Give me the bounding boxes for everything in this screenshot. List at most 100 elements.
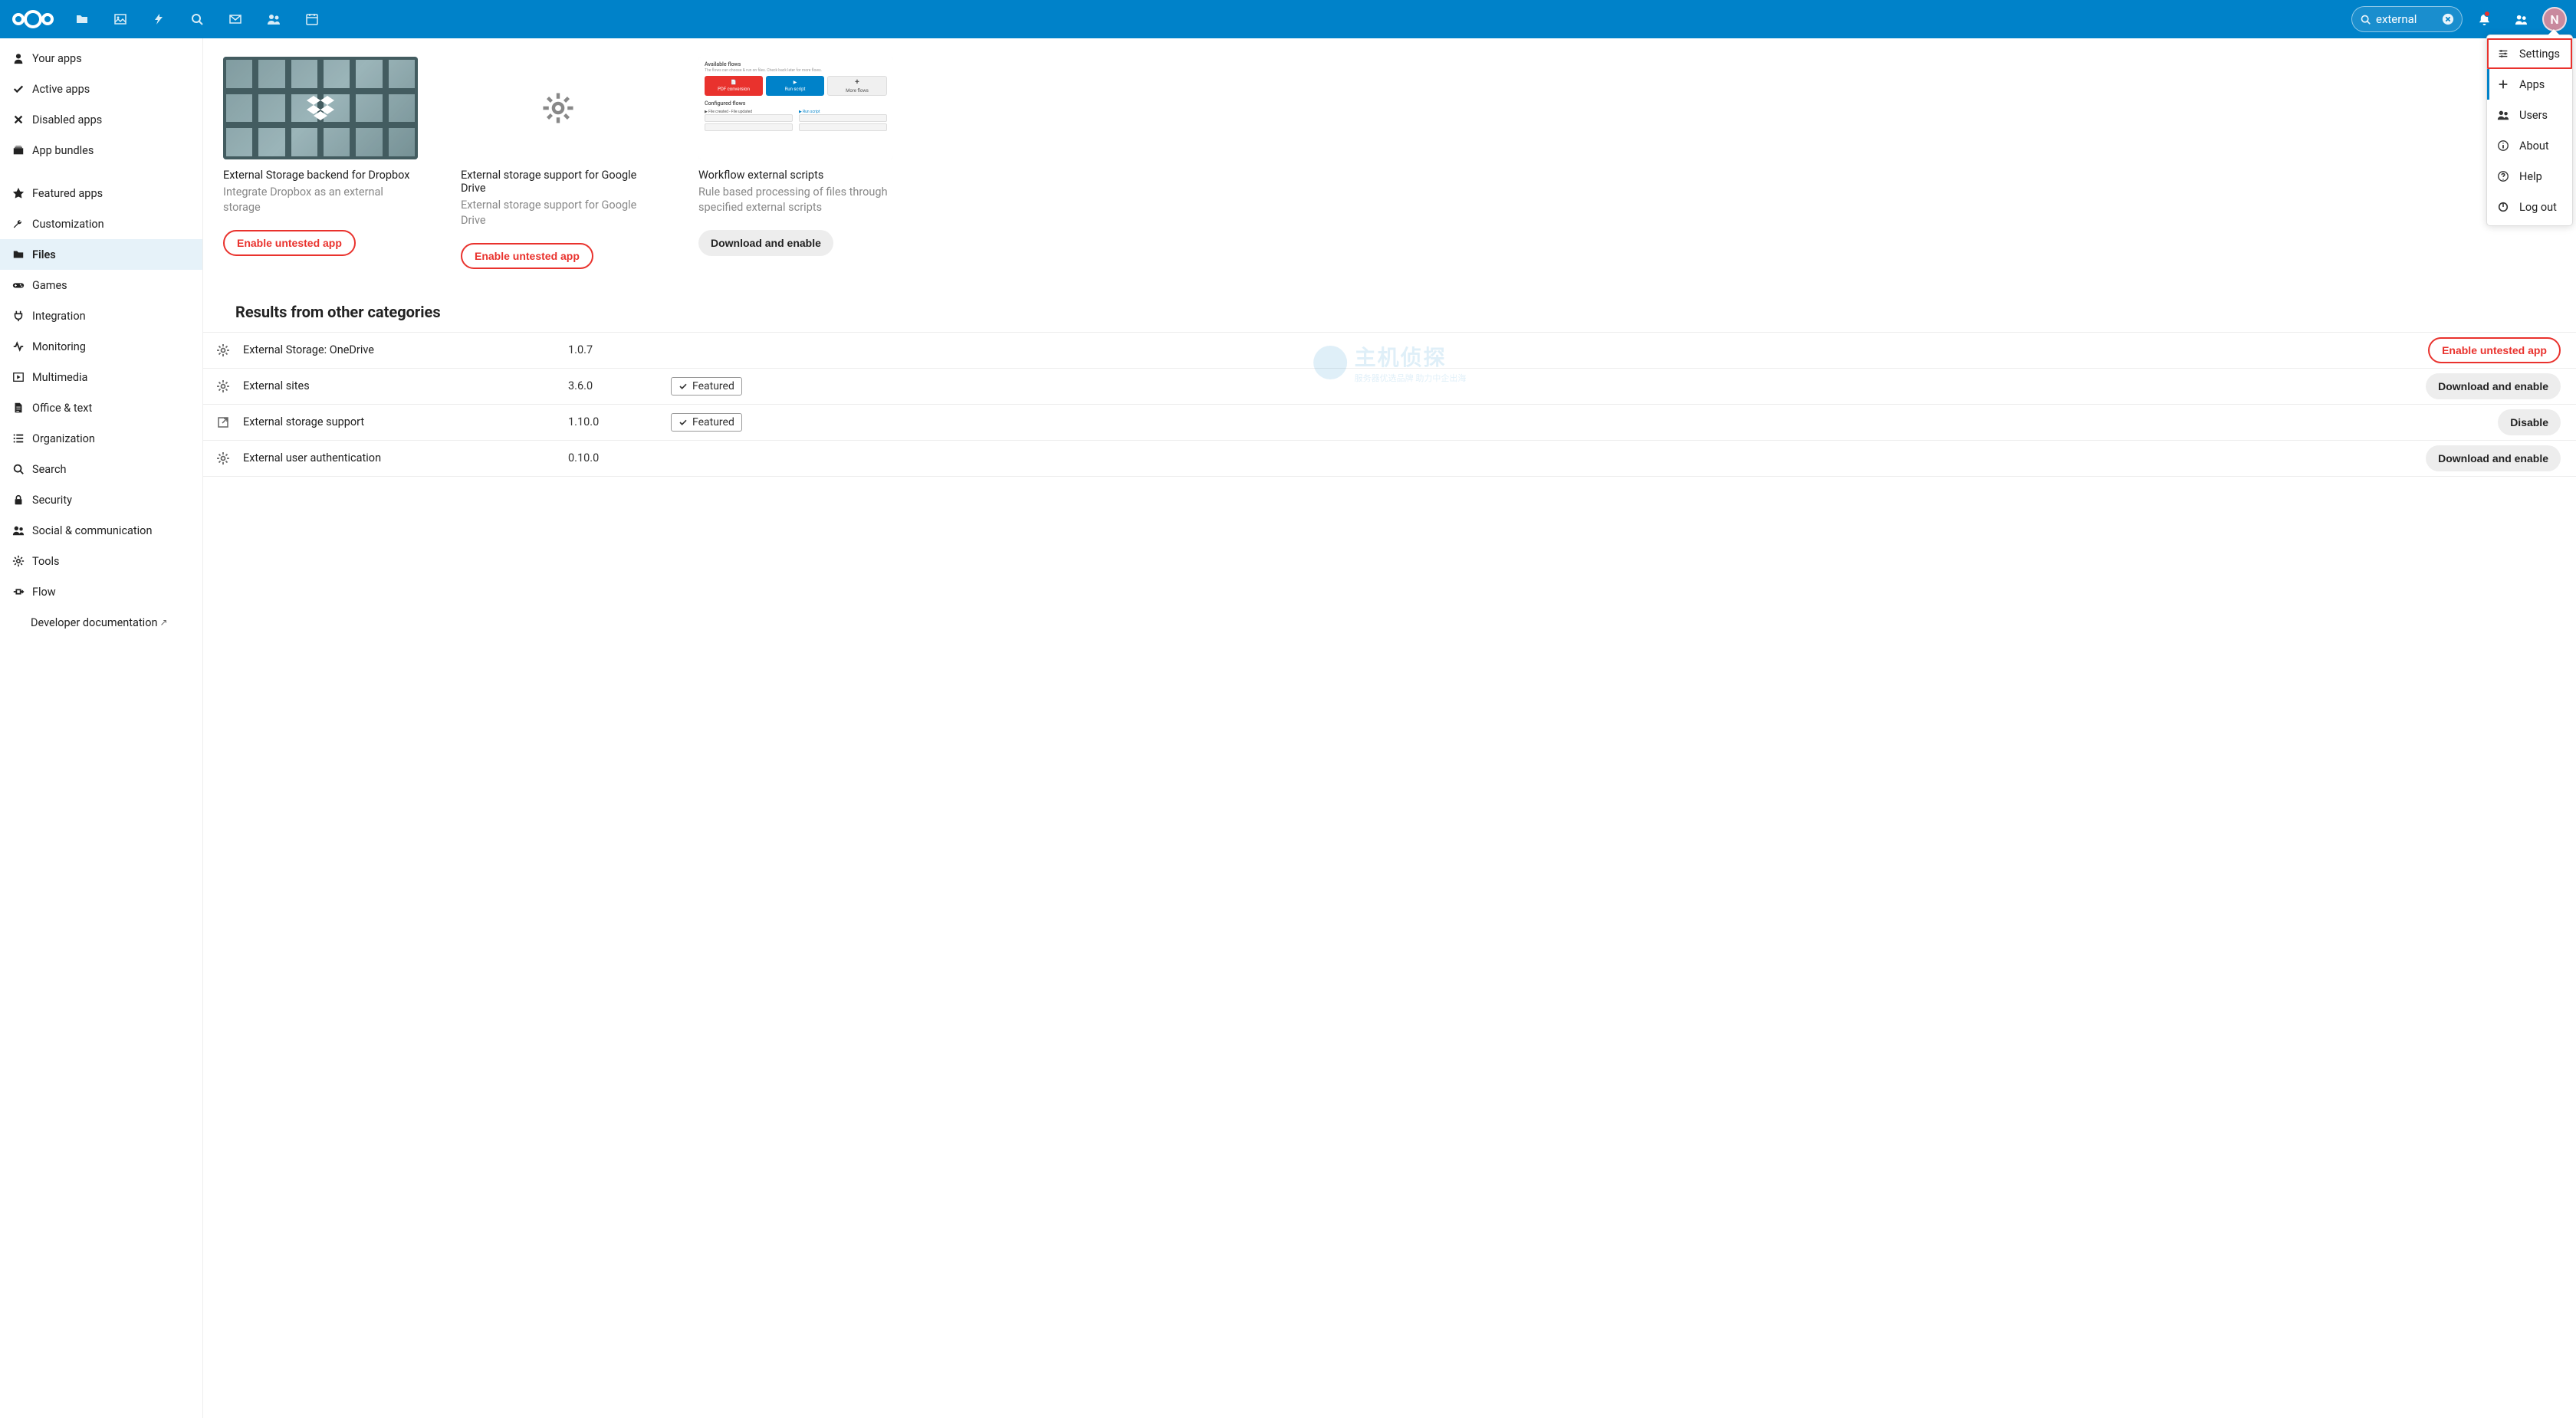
star-icon <box>9 187 28 199</box>
power-icon <box>2496 201 2510 213</box>
download-enable-button[interactable]: Download and enable <box>2426 445 2561 471</box>
menu-item-label: Users <box>2519 109 2548 122</box>
info-icon <box>2496 140 2510 152</box>
sidebar-item-search[interactable]: Search <box>0 454 202 484</box>
featured-badge: Featured <box>671 413 742 432</box>
sidebar-item-flow[interactable]: Flow <box>0 576 202 607</box>
search-box[interactable]: external <box>2351 6 2463 32</box>
sidebar-item-active-apps[interactable]: Active apps <box>0 74 202 104</box>
bundle-icon <box>9 144 28 156</box>
sidebar-item-integration[interactable]: Integration <box>0 300 202 331</box>
sidebar-item-featured-apps[interactable]: Featured apps <box>0 178 202 208</box>
results-list: External Storage: OneDrive 1.0.7 Enable … <box>203 332 2576 477</box>
notifications-button[interactable] <box>2469 0 2499 38</box>
menu-item-apps[interactable]: Apps <box>2487 69 2572 100</box>
result-name: External storage support <box>243 415 557 428</box>
sidebar-item-organization[interactable]: Organization <box>0 423 202 454</box>
dropbox-icon <box>307 96 334 120</box>
developer-docs-link[interactable]: Developer documentation↗ <box>0 607 202 638</box>
enable-untested-button[interactable]: Enable untested app <box>2428 337 2561 363</box>
sidebar-item-label: Integration <box>32 310 86 323</box>
pulse-icon <box>9 340 28 353</box>
enable-untested-button[interactable]: Enable untested app <box>223 230 356 256</box>
search-icon <box>2360 14 2371 25</box>
app-card-dropbox[interactable]: External Storage backend for Dropbox Int… <box>223 57 418 269</box>
sidebar-item-label: Search <box>32 463 67 476</box>
result-version: 3.6.0 <box>568 379 660 392</box>
search-input-value[interactable]: external <box>2376 12 2442 26</box>
result-row[interactable]: External storage support 1.10.0 Featured… <box>203 405 2576 441</box>
sidebar-item-social-communication[interactable]: Social & communication <box>0 515 202 546</box>
header-right: external N <box>2351 0 2567 38</box>
disable-button[interactable]: Disable <box>2498 409 2561 435</box>
sidebar-item-app-bundles[interactable]: App bundles <box>0 135 202 166</box>
result-row[interactable]: External user authentication 0.10.0 Down… <box>203 441 2576 477</box>
menu-item-label: Log out <box>2519 201 2557 214</box>
result-row[interactable]: External Storage: OneDrive 1.0.7 Enable … <box>203 333 2576 369</box>
menu-item-about[interactable]: About <box>2487 130 2572 161</box>
sidebar-item-multimedia[interactable]: Multimedia <box>0 362 202 392</box>
sidebar-item-disabled-apps[interactable]: Disabled apps <box>0 104 202 135</box>
app-card-workflow-scripts[interactable]: Available flows The flows can choose & r… <box>698 57 893 269</box>
download-enable-button[interactable]: Download and enable <box>698 230 833 256</box>
menu-item-label: Settings <box>2519 48 2560 61</box>
sidebar-item-files[interactable]: Files <box>0 239 202 270</box>
card-title: Workflow external scripts <box>698 169 893 182</box>
nav-search[interactable] <box>178 0 216 38</box>
results-heading: Results from other categories <box>203 292 2576 332</box>
enable-untested-button[interactable]: Enable untested app <box>461 243 593 269</box>
sidebar-item-office-text[interactable]: Office & text <box>0 392 202 423</box>
logo[interactable] <box>9 8 57 31</box>
app-cards: External Storage backend for Dropbox Int… <box>203 38 2576 292</box>
sidebar-item-label: Games <box>32 279 67 292</box>
sidebar-item-label: Multimedia <box>32 371 87 384</box>
menu-item-help[interactable]: Help <box>2487 161 2572 192</box>
media-icon <box>9 371 28 383</box>
gamepad-icon <box>9 279 28 291</box>
search-icon <box>9 463 28 475</box>
menu-item-settings[interactable]: Settings <box>2487 38 2572 69</box>
sidebar-item-security[interactable]: Security <box>0 484 202 515</box>
sidebar-item-label: Social & communication <box>32 524 152 537</box>
sidebar-item-your-apps[interactable]: Your apps <box>0 43 202 74</box>
sidebar-item-tools[interactable]: Tools <box>0 546 202 576</box>
avatar[interactable]: N <box>2542 7 2567 31</box>
lock-icon <box>9 494 28 506</box>
search-clear-icon[interactable] <box>2442 13 2454 25</box>
help-icon <box>2496 170 2510 182</box>
sidebar-item-label: Your apps <box>32 52 82 65</box>
sidebar: Your apps Active apps Disabled apps App bun… <box>0 38 203 1418</box>
sidebar-item-games[interactable]: Games <box>0 270 202 300</box>
nav-calendar[interactable] <box>293 0 331 38</box>
sidebar-item-label: Active apps <box>32 83 90 96</box>
card-thumbnail <box>461 57 656 159</box>
notification-dot <box>2484 11 2490 17</box>
sidebar-item-label: Organization <box>32 432 95 445</box>
check-icon <box>9 83 28 95</box>
card-title: External Storage backend for Dropbox <box>223 169 418 182</box>
results-title: Results from other categories <box>235 303 2544 321</box>
result-row[interactable]: External sites 3.6.0 Featured Download a… <box>203 369 2576 405</box>
sidebar-item-monitoring[interactable]: Monitoring <box>0 331 202 362</box>
sidebar-item-label: App bundles <box>32 144 94 157</box>
nav-contacts[interactable] <box>255 0 293 38</box>
contacts-button[interactable] <box>2505 0 2536 38</box>
list-icon <box>9 432 28 445</box>
users-icon <box>2496 109 2510 121</box>
settings-icon <box>2496 48 2510 60</box>
app-card-google-drive[interactable]: External storage support for Google Driv… <box>461 57 656 269</box>
menu-item-users[interactable]: Users <box>2487 100 2572 130</box>
result-version: 0.10.0 <box>568 451 660 464</box>
nav-activity[interactable] <box>140 0 178 38</box>
sidebar-item-label: Tools <box>32 555 60 568</box>
result-name: External Storage: OneDrive <box>243 343 557 356</box>
menu-item-log-out[interactable]: Log out <box>2487 192 2572 222</box>
download-enable-button[interactable]: Download and enable <box>2426 373 2561 399</box>
nav-mail[interactable] <box>216 0 255 38</box>
card-description: Rule based processing of files through s… <box>698 185 893 216</box>
nav-files[interactable] <box>63 0 101 38</box>
sidebar-item-label: Flow <box>32 586 56 599</box>
main-content: 主机侦探服务器优选品牌 助力中企出海 External Storage back… <box>203 38 2576 1418</box>
nav-gallery[interactable] <box>101 0 140 38</box>
sidebar-item-customization[interactable]: Customization <box>0 208 202 239</box>
